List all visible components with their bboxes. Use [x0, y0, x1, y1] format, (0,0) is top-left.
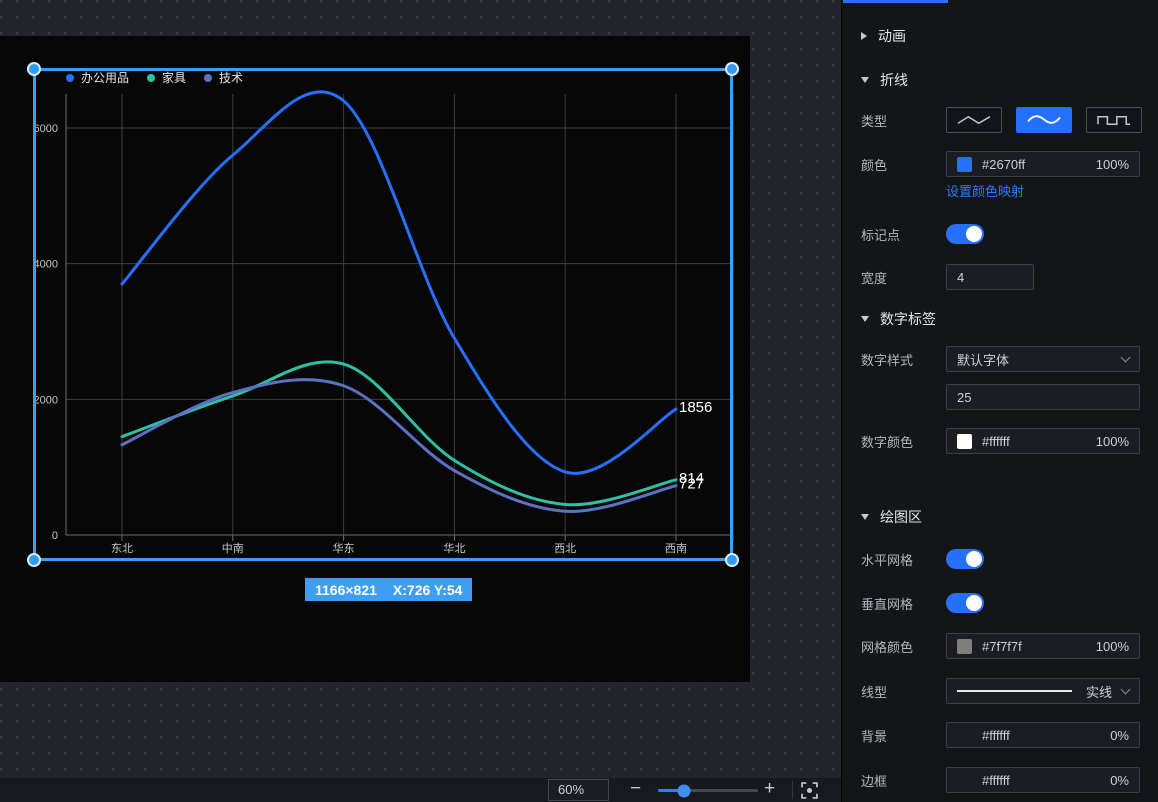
row-vertical-grid: 垂直网格 — [861, 590, 1140, 616]
field-label: 背景 — [861, 726, 946, 745]
number-size-input[interactable]: 25 — [946, 384, 1140, 410]
statusbar-divider — [792, 781, 793, 799]
color-alpha-value: 100% — [1096, 434, 1129, 449]
row-grid-line-style: 线型 实线 — [861, 678, 1140, 704]
color-hex-value: #ffffff — [982, 728, 1110, 743]
color-hex-value: #7f7f7f — [982, 639, 1096, 654]
row-number-style: 数字样式 默认字体 — [861, 346, 1140, 372]
row-number-size: 25 — [861, 384, 1140, 410]
resize-handle-top-left[interactable] — [27, 62, 41, 76]
row-marker-point: 标记点 — [861, 221, 1140, 247]
marker-point-toggle[interactable] — [946, 224, 984, 244]
chevron-right-icon — [861, 32, 867, 40]
properties-panel: 动画 折线 类型 — [841, 0, 1158, 802]
row-plot-background: 背景 #ffffff 0% — [861, 722, 1140, 748]
row-plot-border: 边框 #ffffff 0% — [861, 767, 1140, 793]
field-label: 标记点 — [861, 225, 946, 244]
section-number-label[interactable]: 数字标签 — [861, 311, 936, 327]
color-alpha-value: 100% — [1096, 157, 1129, 172]
section-plot-area[interactable]: 绘图区 — [861, 509, 922, 525]
grid-line-style-select[interactable]: 实线 — [946, 678, 1140, 704]
step-line-icon — [1095, 112, 1133, 128]
toggle-knob — [966, 551, 982, 567]
color-swatch — [957, 639, 972, 654]
toggle-knob — [966, 595, 982, 611]
color-alpha-value: 0% — [1110, 728, 1129, 743]
resize-handle-bottom-left[interactable] — [27, 553, 41, 567]
chevron-down-icon — [1121, 684, 1131, 694]
grid-color-picker[interactable]: #7f7f7f 100% — [946, 633, 1140, 659]
field-label: 数字样式 — [861, 350, 946, 369]
line-type-step-button[interactable] — [1086, 107, 1142, 133]
plot-border-picker[interactable]: #ffffff 0% — [946, 767, 1140, 793]
vertical-grid-toggle[interactable] — [946, 593, 984, 613]
chevron-down-icon — [861, 316, 869, 322]
zoom-slider[interactable] — [658, 789, 758, 792]
polyline-icon — [955, 112, 993, 128]
section-title: 绘图区 — [880, 507, 922, 527]
field-label: 颜色 — [861, 155, 946, 174]
field-label: 线型 — [861, 682, 946, 701]
color-alpha-value: 0% — [1110, 773, 1129, 788]
widget-coords: X:726 Y:54 — [393, 582, 463, 598]
color-hex-value: #2670ff — [982, 157, 1096, 172]
field-label: 宽度 — [861, 268, 946, 287]
resize-handle-bottom-right[interactable] — [725, 553, 739, 567]
row-grid-color: 网格颜色 #7f7f7f 100% — [861, 633, 1140, 659]
color-alpha-value: 100% — [1096, 639, 1129, 654]
line-color-picker[interactable]: #2670ff 100% — [946, 151, 1140, 177]
field-label: 类型 — [861, 111, 946, 130]
zoom-statusbar: 60% − + — [0, 778, 841, 802]
select-value: 实线 — [1086, 682, 1112, 701]
line-width-input[interactable]: 4 — [946, 264, 1034, 290]
chevron-down-icon — [861, 77, 869, 83]
number-font-select[interactable]: 默认字体 — [946, 346, 1140, 372]
section-title: 数字标签 — [880, 309, 936, 329]
row-horizontal-grid: 水平网格 — [861, 546, 1140, 572]
horizontal-grid-toggle[interactable] — [946, 549, 984, 569]
color-hex-value: #ffffff — [982, 434, 1096, 449]
row-number-color: 数字颜色 #ffffff 100% — [861, 428, 1140, 454]
section-line[interactable]: 折线 — [861, 72, 908, 88]
color-swatch — [957, 434, 972, 449]
chevron-down-icon — [1121, 352, 1131, 362]
chevron-down-icon — [861, 514, 869, 520]
row-line-width: 宽度 4 — [861, 264, 1140, 290]
field-label: 数字颜色 — [861, 432, 946, 451]
field-label: 网格颜色 — [861, 637, 946, 656]
widget-selection-border[interactable] — [33, 68, 733, 561]
zoom-slider-handle[interactable] — [678, 784, 691, 797]
smooth-curve-icon — [1025, 112, 1063, 128]
color-hex-value: #ffffff — [982, 773, 1110, 788]
zoom-in-button[interactable]: + — [764, 778, 775, 802]
zoom-out-button[interactable]: − — [630, 778, 641, 802]
line-type-polyline-button[interactable] — [946, 107, 1002, 133]
row-line-color: 颜色 #2670ff 100% — [861, 151, 1140, 177]
resize-handle-top-right[interactable] — [725, 62, 739, 76]
field-label: 垂直网格 — [861, 594, 946, 613]
editor-workspace[interactable]: 0200040006000东北中南华东华北西北西南1856814727 办公用品… — [0, 0, 841, 802]
active-tab-indicator — [843, 0, 948, 3]
section-title: 折线 — [880, 70, 908, 90]
section-title: 动画 — [878, 26, 906, 46]
plot-background-picker[interactable]: #ffffff 0% — [946, 722, 1140, 748]
field-label: 水平网格 — [861, 550, 946, 569]
toggle-knob — [966, 226, 982, 242]
line-type-smooth-button[interactable] — [1016, 107, 1072, 133]
dashboard-editor: 0200040006000东北中南华东华北西北西南1856814727 办公用品… — [0, 0, 1158, 802]
section-animation[interactable]: 动画 — [861, 28, 906, 44]
size-position-tooltip: 1166×821 X:726 Y:54 — [305, 578, 472, 601]
widget-size: 1166×821 — [315, 582, 377, 598]
fit-to-screen-icon[interactable] — [801, 782, 818, 799]
color-swatch — [957, 157, 972, 172]
field-label: 边框 — [861, 771, 946, 790]
chart-widget-canvas[interactable]: 0200040006000东北中南华东华北西北西南1856814727 办公用品… — [0, 36, 750, 682]
zoom-level-input[interactable]: 60% — [548, 779, 609, 801]
solid-line-sample — [957, 690, 1072, 692]
number-color-picker[interactable]: #ffffff 100% — [946, 428, 1140, 454]
row-color-mapping: 设置颜色映射 — [861, 182, 1140, 198]
row-line-type: 类型 — [861, 107, 1140, 133]
color-mapping-link[interactable]: 设置颜色映射 — [946, 181, 1024, 200]
select-value: 默认字体 — [957, 350, 1112, 369]
